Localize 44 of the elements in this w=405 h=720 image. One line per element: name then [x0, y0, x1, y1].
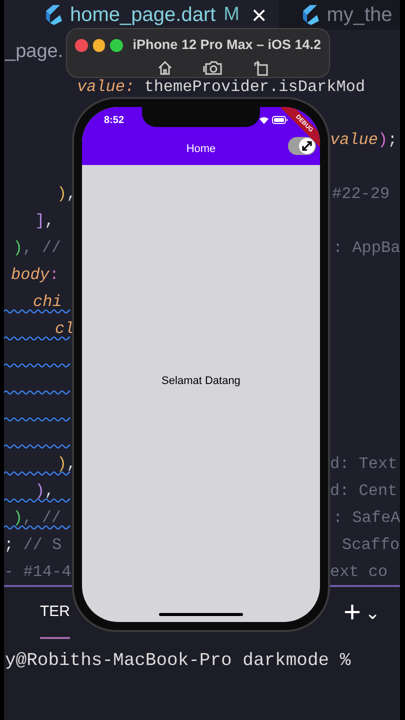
- new-terminal-button[interactable]: +: [343, 598, 361, 628]
- code-text: ),: [57, 184, 72, 204]
- breadcrumb[interactable]: _page.: [5, 38, 64, 67]
- code-text: body:: [11, 264, 60, 286]
- code-text: ), //: [13, 508, 62, 528]
- battery-icon: [272, 116, 288, 124]
- code-text: value);: [330, 130, 398, 150]
- code-text: d: Text: [330, 454, 398, 474]
- close-window-button[interactable]: [75, 38, 88, 52]
- code-text: Scaffo: [342, 534, 400, 556]
- terminal-prompt: y@Robiths-MacBook-Pro darkmode %: [5, 651, 351, 671]
- code-text: ),: [35, 480, 54, 502]
- modified-label: M: [224, 2, 240, 27]
- code-text: ),: [57, 454, 72, 474]
- theme-toggle[interactable]: [288, 137, 316, 155]
- code-text: : SafeA: [333, 508, 400, 528]
- code-text: chi: [33, 292, 62, 312]
- code-text: ext co: [330, 562, 388, 582]
- dart-file-icon: [44, 5, 62, 25]
- expand-icon: [301, 140, 313, 152]
- code-text: ), //: [13, 238, 62, 258]
- home-icon: [157, 60, 173, 76]
- editor-tab[interactable]: home_page.dart M ×: [4, 0, 279, 30]
- simulator-title: iPhone 12 Pro Max – iOS 14.2: [132, 36, 322, 54]
- minimize-window-button[interactable]: [92, 38, 106, 52]
- code-text: ; // S: [4, 534, 62, 556]
- editor-tab[interactable]: my_the: [278, 0, 392, 30]
- terminal-menu-button[interactable]: ⌄: [365, 604, 380, 622]
- zoom-window-button[interactable]: [110, 38, 123, 52]
- code-text: ],: [35, 210, 54, 232]
- welcome-text: Selamat Datang: [162, 374, 240, 390]
- app-bar-title: Home: [186, 142, 216, 157]
- wifi-icon: [259, 116, 269, 124]
- status-time: 8:52: [103, 114, 124, 128]
- dart-file-icon: [300, 5, 319, 25]
- code-text: - #14-4: [4, 562, 72, 582]
- code-text: : AppBa: [333, 238, 400, 258]
- code-text: d: Cent: [330, 480, 398, 502]
- close-tab-button[interactable]: ×: [252, 2, 267, 28]
- screenshot-icon: [203, 60, 223, 76]
- code-text: value: themeProvider.isDarkMod: [77, 77, 366, 98]
- rotate-icon: [253, 60, 269, 76]
- code-text: #22-29: [332, 184, 390, 204]
- panel-tab[interactable]: TER: [40, 587, 70, 639]
